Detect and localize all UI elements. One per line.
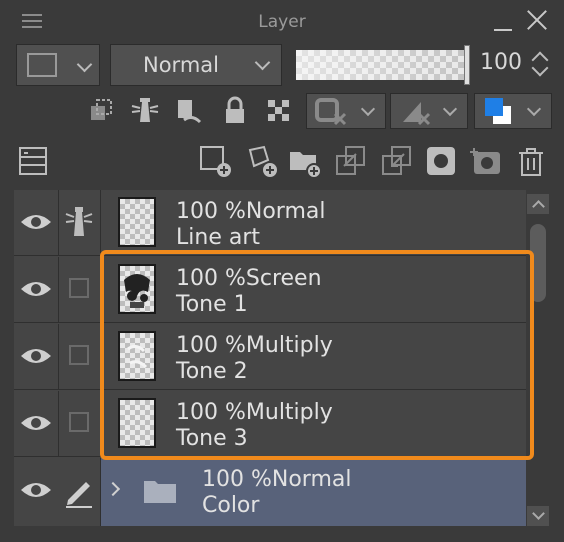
- visibility-toggle[interactable]: [14, 190, 59, 255]
- tone-preview: [127, 344, 148, 369]
- layer-select-checkbox[interactable]: [69, 278, 89, 298]
- layer-name: Tone 1: [176, 292, 248, 317]
- chevron-down-icon: [526, 101, 542, 117]
- draft-layer-icon[interactable]: [172, 94, 206, 128]
- lighthouse-icon: [65, 207, 93, 236]
- layer-select-checkbox[interactable]: [69, 345, 89, 365]
- chevron-down-icon: [360, 101, 376, 117]
- opacity-value[interactable]: 100: [480, 50, 522, 75]
- layer-opacity-mode: 100 %Normal: [176, 199, 326, 224]
- scroll-up-button[interactable]: [527, 194, 549, 214]
- layer-list-scrollbar[interactable]: [526, 190, 550, 530]
- eye-icon: [21, 483, 51, 497]
- layer-name: Tone 2: [176, 359, 248, 384]
- title-bar: Layer: [0, 0, 564, 42]
- layer-name: Tone 3: [176, 426, 248, 451]
- merge-with-layer-below-icon[interactable]: [380, 144, 414, 178]
- expand-folder-chevron-icon[interactable]: [105, 481, 121, 497]
- chevron-down-icon: [76, 56, 93, 73]
- layer-name: Line art: [176, 225, 260, 250]
- layer-opacity-mode: 100 %Normal: [202, 467, 352, 492]
- lock-transparent-pixels-icon[interactable]: [262, 94, 296, 128]
- new-vector-layer-icon[interactable]: [244, 144, 278, 178]
- panel-title: Layer: [258, 12, 306, 32]
- eye-icon: [21, 282, 51, 296]
- chevron-up-icon: [532, 200, 545, 213]
- clip-to-layer-below-icon[interactable]: [84, 94, 118, 128]
- layer-thumbnail: [118, 264, 156, 314]
- layer-row[interactable]: 100 %Screen Tone 1: [14, 257, 526, 323]
- visibility-toggle[interactable]: [14, 458, 59, 526]
- layer-select-checkbox[interactable]: [69, 412, 89, 432]
- visibility-toggle[interactable]: [14, 391, 59, 456]
- delete-layer-icon[interactable]: [514, 144, 548, 178]
- layer-thumbnail: [118, 197, 156, 247]
- tone-preview: [124, 274, 150, 308]
- layer-color-mode-dropdown[interactable]: [474, 93, 552, 129]
- layer-color-dropdown[interactable]: [16, 44, 100, 86]
- transfer-to-lower-layer-icon[interactable]: [334, 144, 368, 178]
- layer-row[interactable]: 100 %Normal Line art: [14, 190, 526, 256]
- apply-mask-icon[interactable]: [468, 144, 502, 178]
- eye-icon: [21, 215, 51, 229]
- layer-row[interactable]: 100 %Multiply Tone 3: [14, 391, 526, 457]
- visibility-toggle[interactable]: [14, 257, 59, 322]
- chevron-down-icon: [532, 507, 545, 520]
- ruler-dropdown[interactable]: [390, 93, 468, 129]
- new-raster-layer-icon[interactable]: [198, 144, 232, 178]
- blend-mode-value: Normal: [143, 53, 219, 77]
- editing-layer-indicator[interactable]: [58, 458, 101, 526]
- new-folder-icon[interactable]: [288, 144, 322, 178]
- layer-state-column[interactable]: [58, 324, 101, 389]
- opacity-slider[interactable]: [296, 45, 470, 85]
- layer-panel: Layer Normal 100 100 %Normal Line art 10…: [0, 0, 564, 542]
- pen-icon: [66, 482, 92, 508]
- scroll-down-button[interactable]: [527, 506, 549, 526]
- layer-name: Color: [202, 493, 260, 518]
- layer-row[interactable]: 100 %Multiply Tone 2: [14, 324, 526, 390]
- layer-settings-icon[interactable]: [16, 144, 50, 178]
- opacity-slider-handle[interactable]: [464, 45, 470, 85]
- folder-icon: [144, 481, 176, 503]
- opacity-spinner[interactable]: [530, 48, 549, 82]
- visibility-toggle[interactable]: [14, 324, 59, 389]
- layer-thumbnail: [118, 398, 156, 448]
- blend-mode-select[interactable]: Normal: [110, 44, 282, 86]
- layer-opacity-mode: 100 %Multiply: [176, 333, 333, 358]
- eye-icon: [21, 416, 51, 430]
- layer-list[interactable]: 100 %Normal Line art 100 %Screen Tone 1: [14, 190, 526, 526]
- layer-opacity-mode: 100 %Multiply: [176, 400, 333, 425]
- layer-state-column[interactable]: [58, 257, 101, 322]
- layer-state-column[interactable]: [58, 391, 101, 456]
- eye-icon: [21, 349, 51, 363]
- close-icon[interactable]: [526, 9, 548, 31]
- chevron-down-icon: [442, 101, 458, 117]
- layer-opacity-mode: 100 %Screen: [176, 266, 322, 291]
- reference-layer-toggle[interactable]: [58, 190, 101, 255]
- layer-thumbnail: [118, 331, 156, 381]
- lock-icon[interactable]: [218, 94, 252, 128]
- mask-dropdown[interactable]: [306, 93, 386, 129]
- scroll-thumb[interactable]: [530, 224, 546, 302]
- minimize-icon[interactable]: [494, 29, 512, 31]
- reference-layer-icon[interactable]: [128, 94, 162, 128]
- opacity-gradient: [296, 50, 468, 80]
- layer-color-swatch: [27, 53, 57, 77]
- create-layer-mask-icon[interactable]: [424, 144, 458, 178]
- layer-folder-row[interactable]: 100 %Normal Color: [14, 458, 526, 526]
- chevron-down-icon: [254, 54, 271, 71]
